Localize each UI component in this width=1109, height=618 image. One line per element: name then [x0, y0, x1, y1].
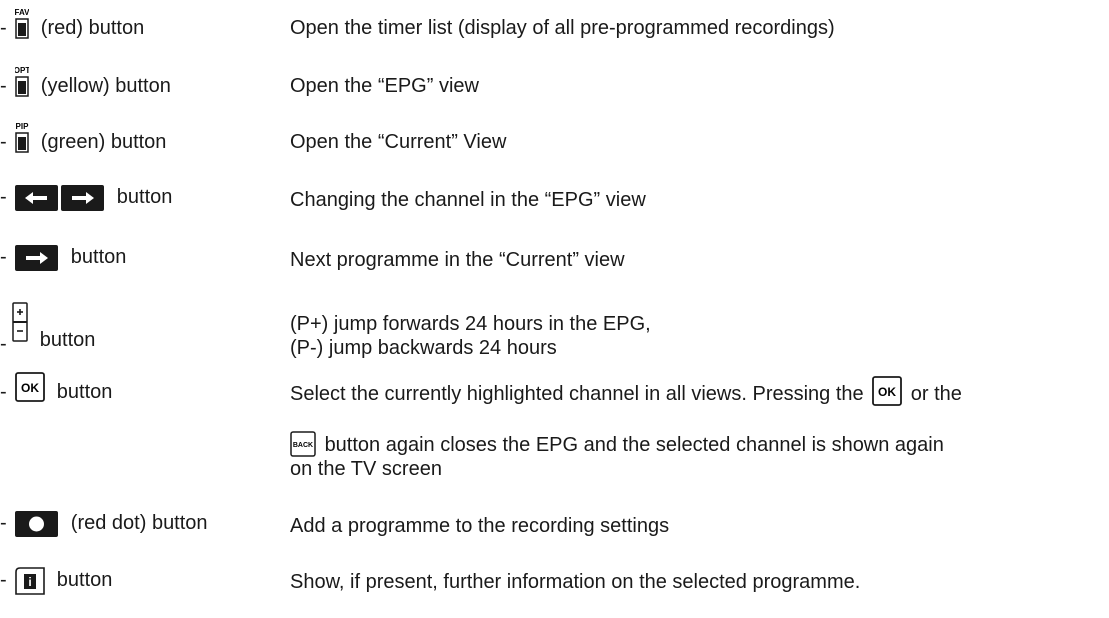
program-up-down-key-icon: [12, 302, 28, 342]
key-caption: PIP: [16, 122, 29, 131]
key-caption: i: [29, 575, 32, 589]
desc-text: or the: [910, 383, 962, 405]
key-caption: OK: [21, 381, 39, 395]
bullet-dash: -: [0, 569, 7, 592]
desc-text: on the TV screen: [290, 458, 442, 480]
desc-line: (P+) jump forwards 24 hours in the EPG,: [290, 313, 651, 335]
key-caption: FAV: [15, 8, 29, 17]
entry-desc: Next programme in the “Current” view: [290, 249, 625, 271]
key-label: (red dot) button: [70, 512, 208, 535]
key-caption: BACK: [293, 442, 313, 449]
bullet-dash: -: [0, 246, 7, 269]
entry-desc: Open the timer list (display of all pre-…: [290, 17, 835, 39]
bullet-dash: -: [0, 381, 7, 403]
key-label: (red) button: [40, 17, 145, 39]
entry-key: - OPT (yellow) button: [0, 64, 171, 98]
bullet-dash: -: [0, 186, 7, 209]
bullet-dash: -: [0, 512, 7, 535]
bullet-dash: -: [0, 75, 7, 97]
key-label: button: [116, 186, 173, 209]
desc-text: Select the currently highlighted channel…: [290, 383, 864, 405]
key-label: button: [70, 246, 127, 269]
rewind-forward-keys-icon: [15, 185, 105, 211]
desc-text: button again closes the EPG and the sele…: [324, 434, 944, 456]
bullet-dash: -: [0, 131, 7, 153]
bullet-dash: -: [0, 17, 7, 39]
info-key-icon: i: [15, 567, 46, 595]
entry-key: - i button: [0, 567, 112, 595]
key-caption: OK: [878, 385, 896, 399]
key-caption: OPT: [15, 66, 29, 75]
entry-key: - PIP (green) button: [0, 120, 166, 154]
key-label: button: [56, 381, 113, 403]
entry-key: - FAV (red) button: [0, 6, 144, 40]
entry-key: - button: [0, 185, 172, 211]
entry-key: - button: [0, 302, 95, 356]
entry-desc: Changing the channel in the “EPG” view: [290, 189, 646, 211]
forward-key-icon: [15, 245, 59, 271]
ok-key-icon: OK: [15, 372, 46, 402]
entry-desc: Open the “Current” View: [290, 131, 507, 153]
key-label: (green) button: [40, 131, 167, 153]
key-label: (yellow) button: [40, 75, 171, 97]
entry-key: - OK button: [0, 372, 112, 404]
entry-desc: Open the “EPG” view: [290, 75, 479, 97]
record-key-icon: [15, 511, 59, 537]
entry-desc: Add a programme to the recording setting…: [290, 515, 670, 537]
entry-desc: Select the currently highlighted channel…: [290, 376, 1100, 481]
key-label: button: [39, 329, 96, 351]
back-key-icon: BACK: [290, 431, 316, 457]
entry-desc: Show, if present, further information on…: [290, 571, 861, 593]
bullet-dash: -: [0, 333, 7, 355]
opt-key-icon: OPT: [15, 66, 29, 97]
entry-desc: (P+) jump forwards 24 hours in the EPG, …: [290, 312, 651, 360]
pip-key-icon: PIP: [15, 122, 29, 153]
desc-line: (P-) jump backwards 24 hours: [290, 337, 557, 359]
entry-key: - (red dot) button: [0, 511, 208, 537]
fav-key-icon: FAV: [15, 8, 29, 39]
entry-key: - button: [0, 245, 126, 271]
key-label: button: [56, 569, 113, 592]
ok-key-icon: OK: [872, 376, 903, 406]
